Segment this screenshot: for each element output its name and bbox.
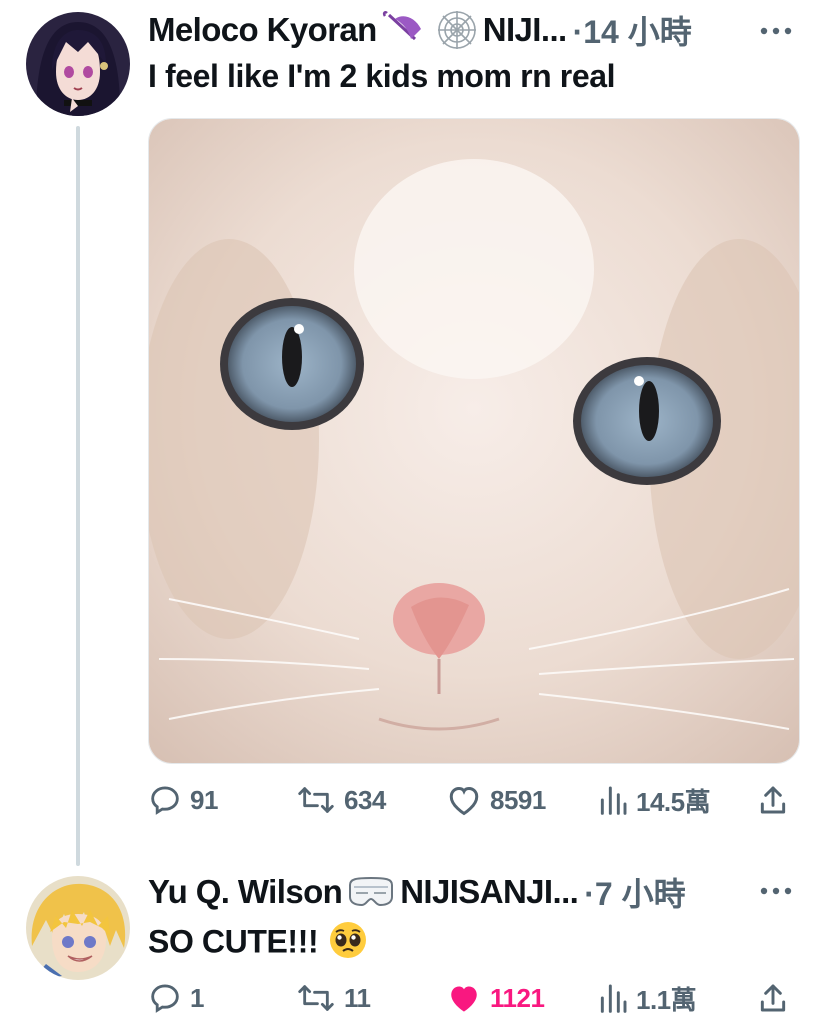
- tweet-image[interactable]: [148, 118, 800, 764]
- tweet-timestamp[interactable]: ·14 小時: [573, 7, 692, 53]
- vr-goggles-icon: [346, 875, 396, 909]
- more-options-icon[interactable]: [756, 16, 796, 46]
- retweet-icon: [298, 787, 334, 813]
- tweet-actions: 1 11 1121 1.1萬: [148, 978, 788, 1018]
- views-button[interactable]: 1.1萬: [598, 978, 697, 1018]
- retweet-count: 634: [344, 784, 386, 815]
- author-name[interactable]: Yu Q. Wilson: [148, 873, 343, 911]
- avatar-meloco[interactable]: [26, 12, 130, 116]
- retweet-button[interactable]: 634: [296, 780, 386, 820]
- thread-line: [76, 126, 80, 866]
- reply-count: 91: [190, 784, 218, 815]
- tweet-actions: 91 634 8591 14.5萬: [148, 780, 788, 820]
- more-options-icon[interactable]: [756, 876, 796, 906]
- reply-button[interactable]: 91: [148, 780, 218, 820]
- like-count: 8591: [490, 784, 546, 815]
- share-button[interactable]: [758, 978, 788, 1018]
- author-handle[interactable]: NIJISANJI...: [400, 873, 579, 911]
- views-button[interactable]: 14.5萬: [598, 780, 711, 820]
- like-button[interactable]: 8591: [446, 780, 546, 820]
- tweet-header: Meloco Kyoran NIJI... ·14 小時: [148, 10, 692, 50]
- views-count: 14.5萬: [636, 786, 711, 817]
- views-chart-icon: [600, 786, 627, 815]
- pleading-face-emoji: [328, 920, 368, 968]
- reply-button[interactable]: 1: [148, 978, 204, 1018]
- author-name[interactable]: Meloco Kyoran: [148, 11, 377, 49]
- tweet-header: Yu Q. Wilson NIJISANJI... ·7 小時: [148, 872, 686, 912]
- reply-icon: [151, 786, 179, 815]
- reply-icon: [151, 984, 179, 1013]
- umbrella-icon: [381, 9, 427, 51]
- tweet-text: I feel like I'm 2 kids mom rn real: [148, 58, 616, 94]
- heart-icon: [449, 786, 479, 816]
- views-chart-icon: [600, 984, 627, 1013]
- share-icon: [760, 786, 786, 814]
- retweet-button[interactable]: 11: [296, 978, 371, 1018]
- retweet-icon: [298, 985, 334, 1011]
- views-count: 1.1萬: [636, 984, 697, 1015]
- author-handle[interactable]: NIJI...: [483, 11, 567, 49]
- heart-filled-icon: [451, 986, 477, 1012]
- tweet-timestamp[interactable]: ·7 小時: [584, 869, 685, 915]
- tweet-text-row: SO CUTE!!!: [148, 920, 368, 968]
- avatar-yu-wilson[interactable]: [26, 876, 130, 980]
- like-count: 1121: [490, 982, 545, 1013]
- like-button[interactable]: 1121: [446, 978, 545, 1018]
- share-button[interactable]: [758, 780, 788, 820]
- tweet-text: SO CUTE!!!: [148, 923, 319, 960]
- spiderweb-icon: [435, 9, 479, 51]
- share-icon: [760, 984, 786, 1012]
- reply-count: 1: [190, 982, 204, 1013]
- retweet-count: 11: [344, 982, 371, 1013]
